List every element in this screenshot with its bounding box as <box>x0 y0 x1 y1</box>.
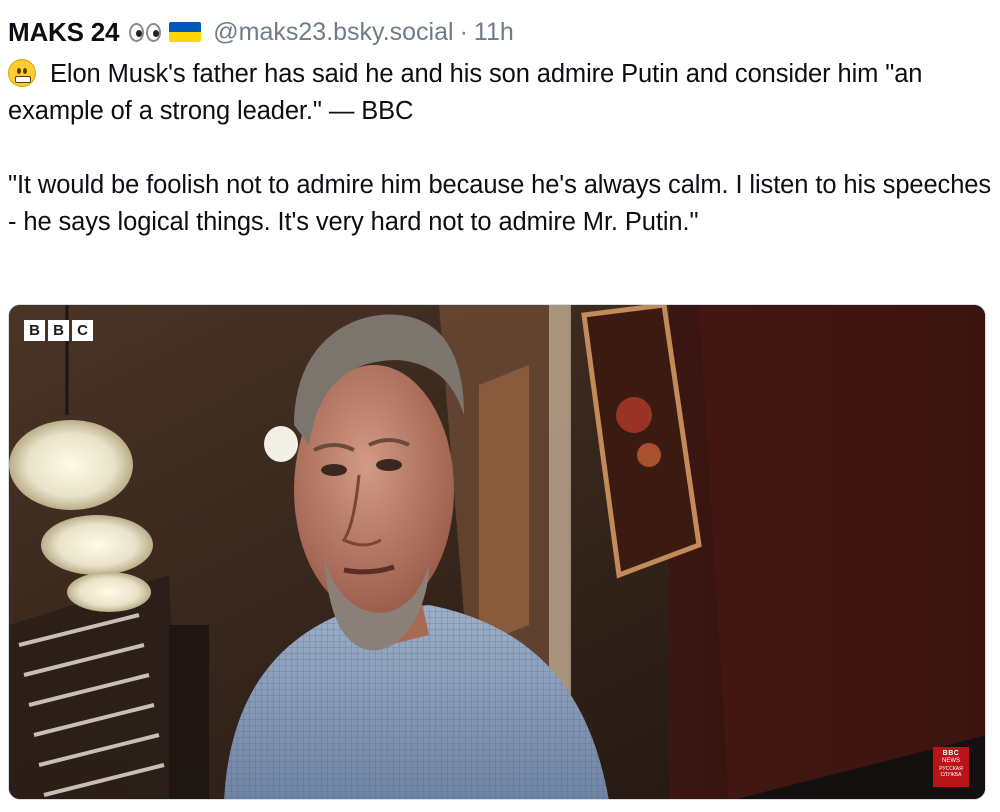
bbc-logo: B B C <box>24 320 93 341</box>
post-paragraph-1: Elon Musk's father has said he and his s… <box>8 56 993 130</box>
bbc-logo-letter: C <box>72 320 93 341</box>
video-still-image <box>9 305 985 799</box>
bbc-logo-letter: B <box>24 320 45 341</box>
bbc-news-russian-badge: BBC NEWS РУССКАЯ СЛУЖБА <box>933 747 969 787</box>
grimacing-face-icon <box>8 59 36 87</box>
post-timestamp[interactable]: 11h <box>474 18 514 47</box>
flag-blue-stripe <box>169 22 202 32</box>
badge-line2: РУССКАЯ СЛУЖБА <box>939 766 963 778</box>
post-header: MAKS 24 @maks23.bsky.social · 11h <box>8 14 514 50</box>
badge-brand: BBC <box>942 750 960 757</box>
post-text-line1: Elon Musk's father has said he and his s… <box>8 60 923 125</box>
post-card[interactable]: MAKS 24 @maks23.bsky.social · 11h Elon M… <box>0 0 1000 812</box>
eyes-emoji-icon <box>129 22 163 42</box>
author-handle[interactable]: @maks23.bsky.social <box>213 18 453 47</box>
video-embed[interactable]: B B C BBC NEWS РУССКАЯ СЛУЖБА <box>8 304 986 800</box>
post-paragraph-spacer <box>8 130 993 167</box>
post-text: Elon Musk's father has said he and his s… <box>8 56 993 241</box>
bbc-logo-letter: B <box>48 320 69 341</box>
badge-line1: NEWS <box>942 758 960 764</box>
separator-dot: · <box>459 17 468 46</box>
post-text-line2: "It would be foolish not to admire him b… <box>8 171 992 236</box>
ukraine-flag-icon <box>169 22 202 42</box>
flag-yellow-stripe <box>169 32 202 42</box>
post-paragraph-2: "It would be foolish not to admire him b… <box>8 167 993 241</box>
author-display-name[interactable]: MAKS 24 <box>8 17 119 48</box>
